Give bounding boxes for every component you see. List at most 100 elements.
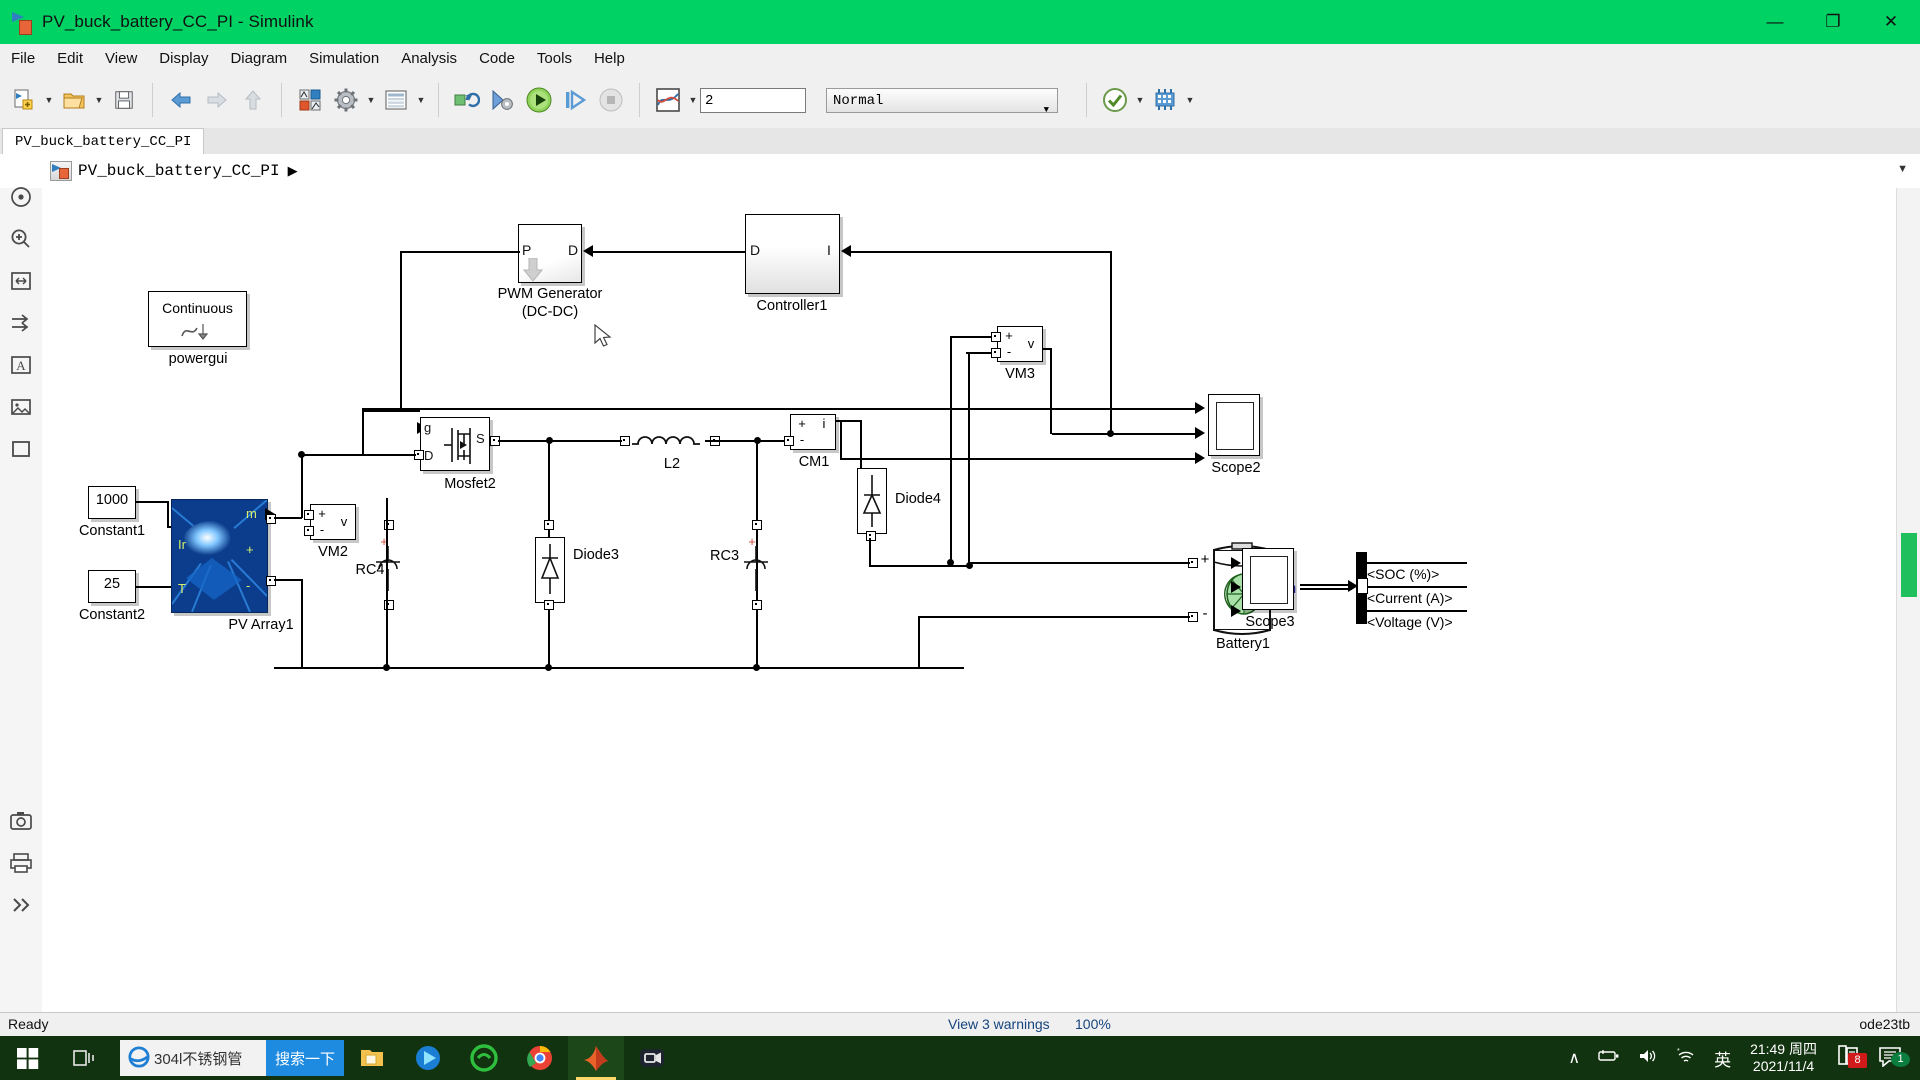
screen-recorder-icon[interactable] [624,1036,680,1080]
pwm-down-arrow-icon [523,258,543,282]
menu-file[interactable]: File [0,47,46,70]
area-icon[interactable] [0,428,42,470]
camera-icon[interactable] [0,800,42,842]
more-icon[interactable] [0,884,42,926]
simulation-data-inspector-icon[interactable] [650,82,686,118]
task-view-icon[interactable] [56,1036,112,1080]
library-browser-icon[interactable] [292,82,328,118]
update-model-icon[interactable] [449,82,485,118]
pwm-generator-label: PWM Generator [490,286,610,302]
hardware-settings-dropdown-icon[interactable]: ▼ [1183,83,1197,117]
stop-icon[interactable] [593,82,629,118]
clock-time: 21:49 周四 [1750,1041,1817,1058]
notes-icon[interactable]: 8 [1827,1044,1869,1073]
start-icon[interactable] [0,1036,56,1080]
chevron-up-icon[interactable]: ∧ [1559,1048,1589,1068]
menu-simulation[interactable]: Simulation [298,47,390,70]
vm2-label: VM2 [308,544,358,560]
vm2-terminal-minus[interactable] [304,526,314,536]
step-forward-icon[interactable] [557,82,593,118]
360-browser-icon[interactable] [456,1036,512,1080]
menu-help[interactable]: Help [583,47,636,70]
fit-to-view-icon[interactable] [0,260,42,302]
diode3-terminal-top[interactable] [544,520,554,530]
rc3-terminal-top[interactable] [752,520,762,530]
run-icon[interactable] [521,82,557,118]
up-to-parent-icon[interactable] [235,82,271,118]
chevron-down-icon[interactable]: ▼ [1897,163,1908,175]
search-input[interactable]: 304l不锈钢管 [150,1048,266,1069]
menu-edit[interactable]: Edit [46,47,94,70]
search-submit-button[interactable]: 搜索一下 [266,1040,344,1076]
model-explorer-dropdown-icon[interactable]: ▼ [414,83,428,117]
breadcrumb-path[interactable]: PV_buck_battery_CC_PI [78,162,280,180]
open-model-dropdown-icon[interactable]: ▼ [92,83,106,117]
wifi-icon[interactable]: * [1667,1048,1705,1069]
simulation-mode-select[interactable]: Normal ▼ [826,88,1058,113]
action-center-icon[interactable]: 1 [1869,1045,1920,1072]
menu-display[interactable]: Display [148,47,219,70]
status-zoom-level[interactable]: 100% [1075,1016,1111,1032]
diode3-terminal-bottom[interactable] [544,600,554,610]
open-model-icon[interactable] [56,82,92,118]
tab-pv-buck-battery-cc-pi[interactable]: PV_buck_battery_CC_PI [2,128,204,155]
powergui-glyph-icon [180,320,222,342]
fast-restart-icon[interactable] [485,82,521,118]
vm3-terminal-plus[interactable] [991,332,1001,342]
vm3-terminal-minus[interactable] [991,348,1001,358]
matlab-icon[interactable] [568,1036,624,1080]
cm1-terminal-left[interactable] [784,436,794,446]
back-icon[interactable] [163,82,199,118]
simulation-time-input[interactable]: 2 [700,88,806,113]
taskbar-search-box[interactable]: 304l不锈钢管 搜索一下 [120,1040,344,1076]
menu-diagram[interactable]: Diagram [219,47,298,70]
vm2-terminal-plus[interactable] [304,510,314,520]
vm2-port-plus: + [314,506,330,521]
new-model-icon[interactable] [6,82,42,118]
close-button[interactable]: ✕ [1862,0,1920,44]
image-icon[interactable] [0,386,42,428]
model-canvas[interactable]: Continuous powergui 1000 Constant1 25 Co… [42,188,1897,1012]
diode4-terminal-bottom[interactable] [866,531,876,541]
minimize-button[interactable]: — [1746,0,1804,44]
battery-icon[interactable] [1589,1049,1629,1068]
pv-array-port-t: T [178,581,194,596]
model-advisor-dropdown-icon[interactable]: ▼ [1133,83,1147,117]
chrome-icon[interactable] [512,1036,568,1080]
pwm-port-d: D [568,242,578,258]
status-warnings-link[interactable]: View 3 warnings [948,1016,1050,1032]
canvas-vertical-scrollbar[interactable] [1896,188,1920,1012]
menu-code[interactable]: Code [468,47,526,70]
flow-direction-icon[interactable] [0,302,42,344]
forward-icon[interactable] [199,82,235,118]
ime-indicator[interactable]: 英 [1705,1046,1740,1071]
print-icon[interactable] [0,842,42,884]
taskbar-clock[interactable]: 21:49 周四 2021/11/4 [1740,1041,1827,1075]
volume-icon[interactable] [1629,1048,1667,1069]
model-configuration-dropdown-icon[interactable]: ▼ [364,83,378,117]
rc3-terminal-bottom[interactable] [752,600,762,610]
zoom-in-icon[interactable] [0,218,42,260]
battery1-port-plus: + [1198,551,1212,568]
file-explorer-icon[interactable] [344,1036,400,1080]
maximize-button[interactable]: ❐ [1804,0,1862,44]
title-bar: PV_buck_battery_CC_PI - Simulink — ❐ ✕ [0,0,1920,44]
menu-view[interactable]: View [94,47,148,70]
model-advisor-icon[interactable] [1097,82,1133,118]
pv-array-terminal-minus[interactable] [266,576,276,586]
menu-analysis[interactable]: Analysis [390,47,468,70]
vm3-port-plus: + [1001,328,1017,343]
annotation-icon[interactable]: A [0,344,42,386]
hardware-settings-icon[interactable] [1147,82,1183,118]
navigate-icon[interactable] [0,176,42,218]
model-configuration-icon[interactable] [328,82,364,118]
menu-tools[interactable]: Tools [526,47,583,70]
pv-array-terminal-plus[interactable] [266,514,276,524]
model-explorer-icon[interactable] [378,82,414,118]
scrollbar-thumb[interactable] [1901,533,1917,597]
new-model-dropdown-icon[interactable]: ▼ [42,83,56,117]
simulation-data-inspector-dropdown-icon[interactable]: ▼ [686,83,700,117]
media-player-icon[interactable] [400,1036,456,1080]
scope2-label: Scope2 [1194,460,1278,476]
save-model-icon[interactable] [106,82,142,118]
